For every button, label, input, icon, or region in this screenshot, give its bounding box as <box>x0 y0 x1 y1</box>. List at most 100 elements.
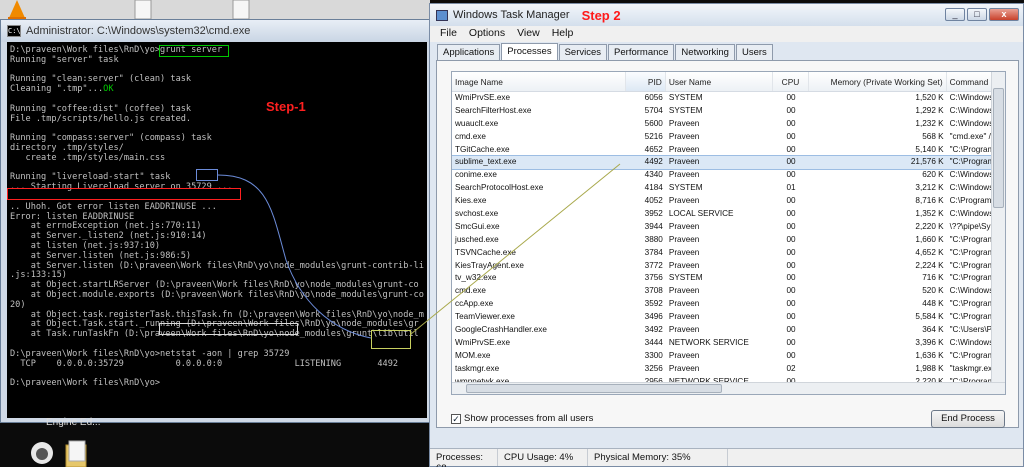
tab-services[interactable]: Services <box>558 44 608 60</box>
table-row[interactable]: jusched.exe 3880 Praveen 00 1,660 K "C:\Progr… <box>452 234 1005 247</box>
tab-applications[interactable]: Applications <box>437 44 501 60</box>
cell-memory: 1,636 K <box>915 350 944 360</box>
table-row[interactable]: cmd.exe 5216 Praveen 00 568 K "cmd.exe" /s /k <box>452 131 1005 144</box>
table-row[interactable]: KiesTrayAgent.exe 3772 Praveen 00 2,224 K "C:… <box>452 260 1005 273</box>
maximize-button[interactable]: □ <box>967 8 987 21</box>
cell-pid: 3880 <box>644 234 663 244</box>
cell-memory: 568 K <box>922 131 944 141</box>
tab-users[interactable]: Users <box>735 44 773 60</box>
cell-image-name: conime.exe <box>455 170 497 180</box>
console-line: at Object.module.exports (D:\praveen\Wor… <box>10 289 424 300</box>
cell-image-name: ccApp.exe <box>455 299 494 309</box>
process-table[interactable]: Image Name PID User Name CPU Memory (Pri… <box>451 71 1006 395</box>
cell-pid: 3300 <box>644 350 663 360</box>
close-button[interactable]: x <box>989 8 1019 21</box>
console-line: File .tmp/scripts/hello.js created. <box>10 113 192 124</box>
cell-pid: 3784 <box>644 247 663 257</box>
show-all-users-checkbox[interactable]: ✓ Show processes from all users <box>451 413 593 424</box>
grunt-server-highlight <box>159 45 229 57</box>
menu-file[interactable]: File <box>434 26 463 42</box>
cell-user-name: Praveen <box>668 131 700 141</box>
cell-memory: 1,660 K <box>915 234 944 244</box>
console-line: TCP 0.0.0.0:35729 0.0.0.0:0 LISTENING 44… <box>10 358 399 369</box>
table-row[interactable]: SearchFilterHost.exe 5704 SYSTEM 00 1,292 KC… <box>452 105 1005 118</box>
column-pid[interactable]: PID <box>625 72 666 91</box>
cell-user-name: LOCAL SERVICE <box>668 209 734 219</box>
status-cpu-usage: CPU Usage: 4% <box>498 449 588 466</box>
cell-pid: 4052 <box>644 196 663 206</box>
column-cpu[interactable]: CPU <box>773 72 810 91</box>
cell-user-name: Praveen <box>668 170 700 180</box>
tab-networking[interactable]: Networking <box>675 44 735 60</box>
end-process-button[interactable]: End Process <box>931 410 1005 428</box>
minimize-button[interactable]: _ <box>945 8 965 21</box>
table-row[interactable]: MOM.exe 3300 Praveen 00 1,636 K "C:\Program F… <box>452 350 1005 363</box>
cell-pid: 3772 <box>644 260 663 270</box>
cell-cpu: 00 <box>786 131 796 141</box>
pid-highlight <box>371 330 411 349</box>
cell-memory: 5,140 K <box>915 144 944 154</box>
cell-image-name: Kies.exe <box>455 196 487 206</box>
menu-view[interactable]: View <box>511 26 546 42</box>
tab-performance[interactable]: Performance <box>608 44 675 60</box>
cmd-titlebar[interactable]: C:\ Administrator: C:\Windows\system32\c… <box>1 20 431 42</box>
horizontal-scroll-thumb[interactable] <box>466 384 722 393</box>
cell-pid: 3496 <box>644 312 663 322</box>
cell-cpu: 02 <box>786 363 796 373</box>
cell-memory: 364 K <box>922 325 944 335</box>
table-row[interactable]: WmiPrvSE.exe 6056 SYSTEM 00 1,520 K C:\Window… <box>452 92 1005 105</box>
cell-user-name: Praveen <box>668 157 700 167</box>
console-line-text: Cleaning ".tmp"... <box>10 84 104 95</box>
table-row[interactable]: taskmgr.exe 3256 Praveen 02 1,988 K "taskmgr.… <box>452 363 1005 376</box>
document-icon[interactable] <box>232 0 250 19</box>
table-row[interactable]: SmcGui.exe 3944 Praveen 00 2,220 K \??\pipe\S… <box>452 221 1005 234</box>
menu-help[interactable]: Help <box>546 26 580 42</box>
table-row[interactable]: cmd.exe 3708 Praveen 00 520 K C:\Windows\sy <box>452 285 1005 298</box>
cell-image-name: SmcGui.exe <box>455 221 500 231</box>
task-manager-window[interactable]: Windows Task Manager Step 2 _ □ x File O… <box>429 3 1024 467</box>
folder-icon[interactable] <box>64 439 90 467</box>
table-row[interactable]: SearchProtocolHost.exe 4184 SYSTEM 01 3,212 … <box>452 182 1005 195</box>
vertical-scroll-thumb[interactable] <box>993 88 1004 208</box>
cell-user-name: Praveen <box>668 312 700 322</box>
table-row[interactable]: svchost.exe 3952 LOCAL SERVICE 00 1,352 K C:\… <box>452 208 1005 221</box>
cell-user-name: SYSTEM <box>668 93 703 102</box>
menu-bar: File Options View Help <box>430 26 1023 42</box>
cell-memory: 21,576 K <box>910 157 944 167</box>
vlc-cone-icon[interactable] <box>6 0 28 20</box>
table-row[interactable]: conime.exe 4340 Praveen 00 620 K C:\Windows\s… <box>452 169 1005 182</box>
cell-image-name: svchost.exe <box>455 209 499 219</box>
cell-memory: 716 K <box>922 273 944 283</box>
table-row[interactable]: tv_w32.exe 3756 SYSTEM 00 716 K "C:\Program F… <box>452 272 1005 285</box>
horizontal-scrollbar[interactable] <box>452 382 1005 394</box>
github-octocat-icon[interactable] <box>30 441 54 465</box>
table-row[interactable]: wuauclt.exe 5600 Praveen 00 1,232 K C:\Window… <box>452 118 1005 131</box>
cell-cpu: 00 <box>786 105 796 115</box>
table-row[interactable]: GoogleCrashHandler.exe 3492 Praveen 00 364 K… <box>452 324 1005 337</box>
cmd-output: D:\praveen\Work files\RnD\yo>grunt serve… <box>7 42 427 389</box>
cell-memory: 4,652 K <box>915 247 944 257</box>
cell-cpu: 00 <box>786 221 796 231</box>
task-manager-titlebar[interactable]: Windows Task Manager Step 2 <box>430 4 1023 26</box>
vertical-scrollbar[interactable] <box>991 72 1005 394</box>
table-row[interactable]: TeamViewer.exe 3496 Praveen 00 5,584 K "C:\Pr… <box>452 311 1005 324</box>
table-row[interactable]: sublime_text.exe 4492 Praveen 00 21,576 K "C:… <box>452 155 1005 171</box>
cell-cpu: 00 <box>786 247 796 257</box>
table-row[interactable]: TSVNCache.exe 3784 Praveen 00 4,652 K "C:\Pro… <box>452 247 1005 260</box>
column-memory[interactable]: Memory (Private Working Set) <box>809 72 947 91</box>
cell-pid: 4184 <box>644 183 663 193</box>
tab-processes[interactable]: Processes <box>501 43 558 60</box>
table-row[interactable]: TGitCache.exe 4652 Praveen 00 5,140 K "C:\Pro… <box>452 144 1005 157</box>
table-row[interactable]: WmiPrvSE.exe 3444 NETWORK SERVICE 00 3,396 K… <box>452 337 1005 350</box>
menu-options[interactable]: Options <box>463 26 511 42</box>
cell-cpu: 00 <box>786 286 796 296</box>
table-row[interactable]: Kies.exe 4052 Praveen 00 8,716 K C:\Program F… <box>452 195 1005 208</box>
checkbox-check-icon[interactable]: ✓ <box>451 413 461 424</box>
document-icon[interactable] <box>134 0 152 19</box>
cmd-console[interactable]: D:\praveen\Work files\RnD\yo>grunt serve… <box>7 42 427 418</box>
cell-user-name: Praveen <box>668 247 700 257</box>
column-user-name[interactable]: User Name <box>666 72 773 91</box>
cmd-window[interactable]: C:\ Administrator: C:\Windows\system32\c… <box>0 19 432 423</box>
column-image-name[interactable]: Image Name <box>452 72 626 91</box>
table-row[interactable]: ccApp.exe 3592 Praveen 00 448 K "C:\Program F… <box>452 298 1005 311</box>
